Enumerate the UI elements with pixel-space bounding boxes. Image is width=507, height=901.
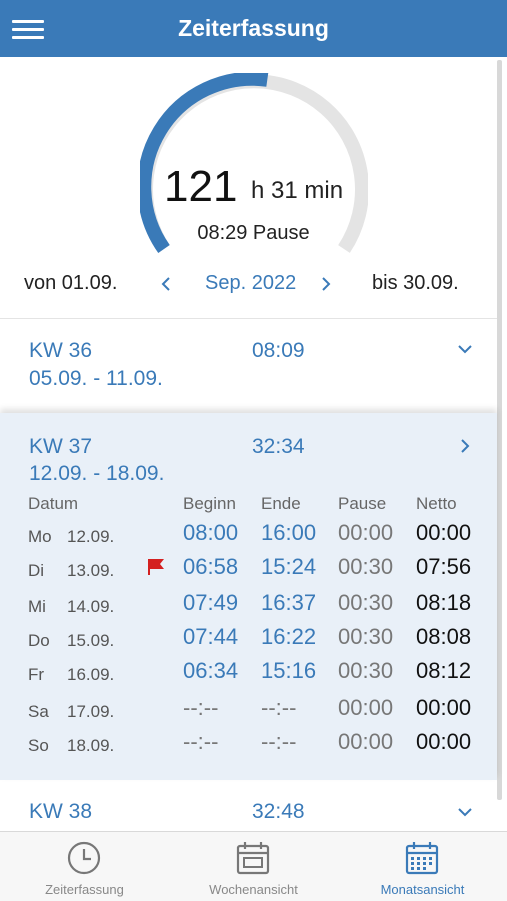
- chevron-down-icon[interactable]: [456, 342, 474, 358]
- row-begin[interactable]: --:--: [183, 695, 218, 721]
- row-begin[interactable]: --:--: [183, 729, 218, 755]
- week-range: 05.09. - 11.09.: [29, 367, 163, 390]
- week-total: 32:48: [252, 800, 305, 823]
- col-header-netto: Netto: [416, 494, 457, 513]
- period-month[interactable]: Sep. 2022: [205, 272, 296, 295]
- nav-zeiterfassung[interactable]: Zeiterfassung: [0, 832, 169, 901]
- table-row[interactable]: Fr 16.09. 06:34 15:16 00:30 08:12: [0, 658, 497, 692]
- row-net: 08:12: [416, 658, 472, 683]
- week-row-kw36[interactable]: KW 36 05.09. - 11.09. 08:09: [0, 330, 497, 410]
- row-pause: 00:00: [338, 695, 394, 720]
- table-row[interactable]: Mi 14.09. 07:49 16:37 00:30 08:18: [0, 590, 497, 624]
- row-end[interactable]: 15:24: [261, 554, 316, 580]
- row-net: 00:00: [416, 729, 472, 754]
- row-begin[interactable]: 07:49: [183, 590, 238, 616]
- row-pause: 00:30: [338, 554, 394, 579]
- row-date: 18.09.: [67, 736, 115, 755]
- chevron-right-icon[interactable]: [456, 438, 474, 454]
- row-pause: 00:30: [338, 590, 394, 615]
- nav-monatsansicht[interactable]: Monatsansicht: [338, 832, 507, 901]
- row-end[interactable]: --:--: [261, 695, 296, 721]
- nav-label: Zeiterfassung: [45, 882, 124, 897]
- row-date: 15.09.: [67, 631, 115, 650]
- row-weekday: Fr: [28, 665, 45, 684]
- week-label: KW 37: [29, 435, 93, 458]
- row-end[interactable]: --:--: [261, 729, 296, 755]
- row-begin[interactable]: 08:00: [183, 520, 238, 546]
- row-net: 07:56: [416, 554, 472, 579]
- clock-icon: [67, 841, 101, 875]
- row-weekday: Mi: [28, 597, 46, 616]
- week-row-kw38[interactable]: KW 38 32:48: [0, 790, 497, 830]
- week-total: 32:34: [252, 435, 305, 458]
- total-pause: 08:29 Pause: [197, 222, 310, 244]
- row-pause: 00:30: [338, 624, 394, 649]
- table-row[interactable]: Di 13.09. 06:58 15:24 00:30 07:56: [0, 554, 497, 588]
- row-weekday: Di: [28, 561, 45, 580]
- bottom-nav: Zeiterfassung Wochenansicht Monatsansich…: [0, 831, 507, 901]
- total-hours-rest: h 31 min: [251, 177, 344, 204]
- row-end[interactable]: 15:16: [261, 658, 316, 684]
- row-begin[interactable]: 06:58: [183, 554, 238, 580]
- col-header-pause: Pause: [338, 494, 387, 513]
- period-from: von 01.09.: [24, 272, 118, 294]
- col-header-beginn: Beginn: [183, 494, 236, 513]
- row-date: 17.09.: [67, 702, 115, 721]
- row-begin[interactable]: 06:34: [183, 658, 238, 684]
- row-weekday: Mo: [28, 527, 52, 546]
- divider: [0, 318, 497, 319]
- row-end[interactable]: 16:37: [261, 590, 316, 616]
- row-date: 16.09.: [67, 665, 115, 684]
- nav-wochenansicht[interactable]: Wochenansicht: [169, 832, 338, 901]
- row-net: 00:00: [416, 695, 472, 720]
- page-title: Zeiterfassung: [178, 15, 329, 41]
- week-label: KW 36: [29, 339, 93, 362]
- nav-label: Wochenansicht: [209, 882, 298, 897]
- row-pause: 00:00: [338, 729, 394, 754]
- col-header-datum: Datum: [28, 494, 79, 513]
- flag-icon: [148, 559, 164, 575]
- app-header: Zeiterfassung: [0, 0, 507, 57]
- table-row[interactable]: Mo 12.09. 08:00 16:00 00:00 00:00: [0, 520, 497, 554]
- chevron-right-icon[interactable]: [319, 276, 333, 292]
- scrollbar[interactable]: [497, 60, 502, 800]
- col-header-ende: Ende: [261, 494, 301, 513]
- calendar-month-icon: [405, 842, 439, 875]
- row-weekday: Sa: [28, 702, 49, 721]
- row-date: 13.09.: [67, 561, 115, 580]
- table-row[interactable]: Sa 17.09. --:-- --:-- 00:00 00:00: [0, 695, 497, 729]
- week-total: 08:09: [252, 339, 305, 362]
- chevron-down-icon[interactable]: [456, 805, 474, 821]
- row-end[interactable]: 16:00: [261, 520, 316, 546]
- week-range: 12.09. - 18.09.: [29, 462, 165, 485]
- week-label: KW 38: [29, 800, 93, 823]
- row-weekday: Do: [28, 631, 50, 650]
- chevron-left-icon[interactable]: [159, 276, 173, 292]
- row-pause: 00:30: [338, 658, 394, 683]
- row-net: 08:08: [416, 624, 472, 649]
- row-begin[interactable]: 07:44: [183, 624, 238, 650]
- nav-label: Monatsansicht: [380, 882, 465, 897]
- total-hours: 121: [164, 162, 238, 211]
- row-date: 12.09.: [67, 527, 115, 546]
- calendar-week-icon: [236, 842, 270, 875]
- row-weekday: So: [28, 736, 49, 755]
- table-row[interactable]: So 18.09. --:-- --:-- 00:00 00:00: [0, 729, 497, 763]
- row-date: 14.09.: [67, 597, 115, 616]
- period-to: bis 30.09.: [372, 272, 459, 294]
- row-net: 08:18: [416, 590, 472, 615]
- row-net: 00:00: [416, 520, 472, 545]
- table-row[interactable]: Do 15.09. 07:44 16:22 00:30 08:08: [0, 624, 497, 658]
- row-pause: 00:00: [338, 520, 394, 545]
- row-end[interactable]: 16:22: [261, 624, 316, 650]
